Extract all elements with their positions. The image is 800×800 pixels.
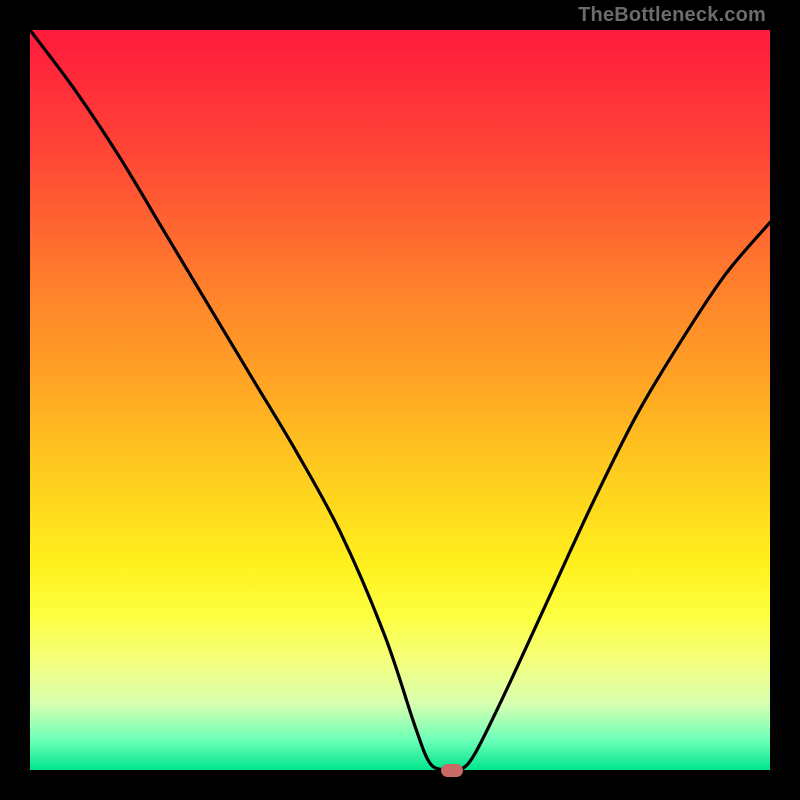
watermark-text: TheBottleneck.com [578, 4, 766, 27]
chart-frame: TheBottleneck.com [0, 0, 800, 800]
optimal-point-marker [441, 764, 463, 777]
bottleneck-curve [30, 30, 770, 770]
curve-path [30, 30, 770, 771]
plot-area [30, 30, 770, 770]
